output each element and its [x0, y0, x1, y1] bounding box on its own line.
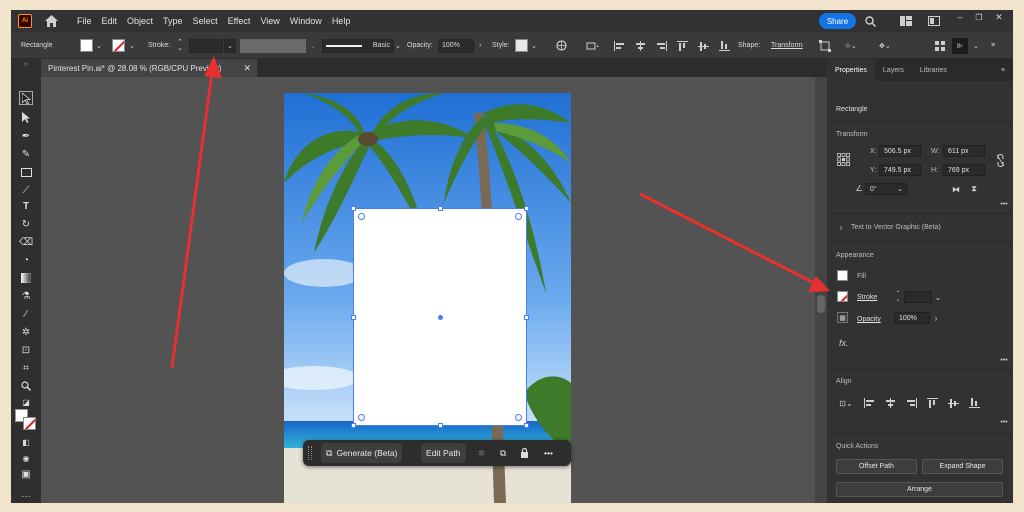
annotation-arrow-stroke-field [170, 56, 222, 369]
annotation-arrows [170, 56, 830, 369]
annotation-arrow-stroke-panel [639, 192, 830, 292]
